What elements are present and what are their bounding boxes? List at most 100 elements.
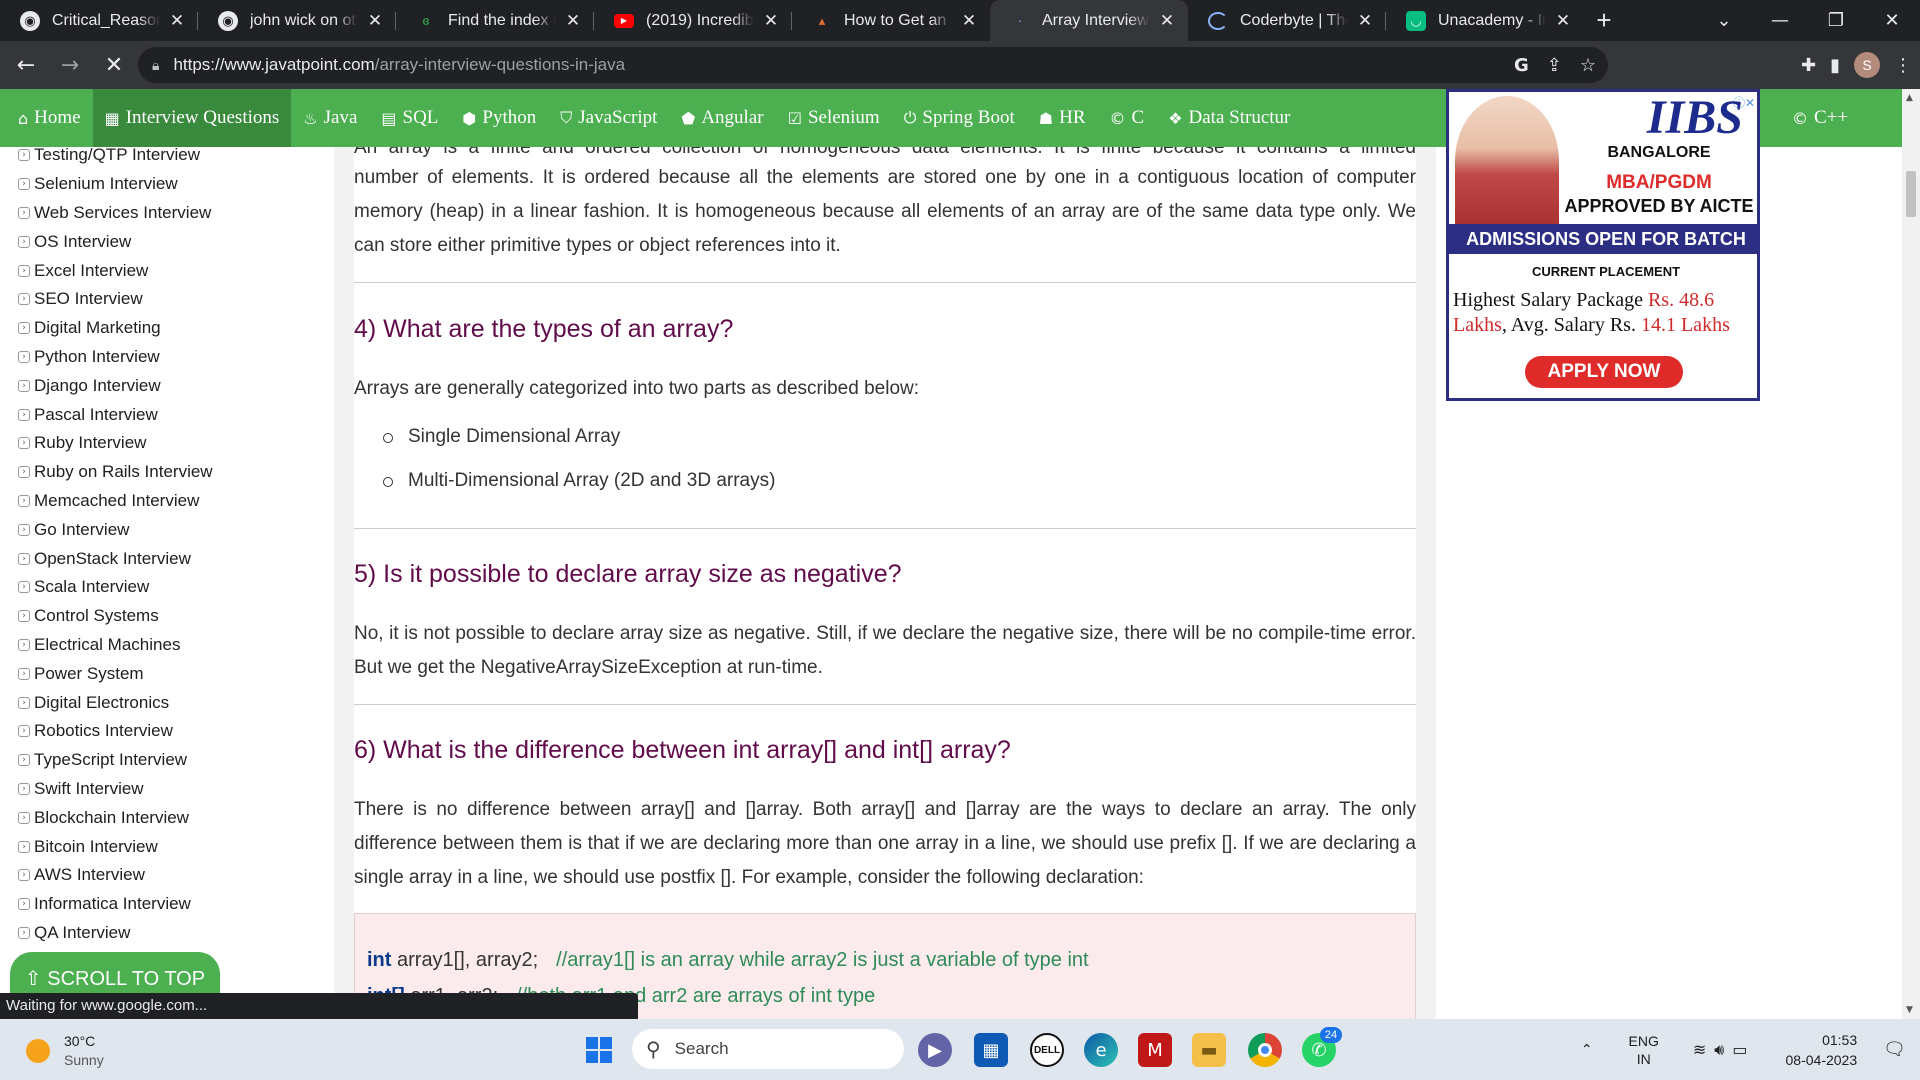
profile-avatar[interactable]: S — [1854, 52, 1880, 78]
iibs-advertisement[interactable]: ⓘ✕ IIBS BANGALORE MBA/PGDM APPROVED BY A… — [1446, 89, 1760, 401]
sidebar-item[interactable]: › Informatica Interview — [0, 890, 334, 919]
back-arrow-icon[interactable]: ← — [8, 47, 44, 83]
weather-widget[interactable]: 30°C Sunny — [26, 1032, 104, 1070]
forward-arrow-icon[interactable]: → — [52, 47, 88, 83]
sidebar-item[interactable]: › Web Services Interview — [0, 199, 334, 228]
language-indicator[interactable]: ENG IN — [1629, 1032, 1659, 1068]
sidebar-item-label: Go Interview — [34, 519, 130, 539]
nav-javascript[interactable]: ⛉ JavaScript — [548, 89, 669, 147]
sidebar-item[interactable]: › Ruby Interview — [0, 429, 334, 458]
sidebar-item[interactable]: › Digital Marketing — [0, 314, 334, 343]
nav-spring-boot[interactable]: ⏻ Spring Boot — [892, 89, 1027, 147]
tab-unacademy[interactable]: ◡ Unacademy - India ✕ — [1386, 0, 1584, 41]
tab-john-wick[interactable]: ◉ john wick on ott - G ✕ — [198, 0, 396, 41]
bookmark-star-icon[interactable]: ☆ — [1580, 55, 1596, 76]
nav-hr[interactable]: ☗ HR — [1027, 89, 1098, 147]
google-lens-icon[interactable]: G — [1514, 55, 1529, 76]
sidebar-item[interactable]: › Selenium Interview — [0, 170, 334, 199]
extensions-puzzle-icon[interactable]: ✚ — [1801, 55, 1816, 76]
sidebar-item[interactable]: › Swift Interview — [0, 775, 334, 804]
nav-c[interactable]: © C — [1098, 89, 1157, 147]
nav-selenium[interactable]: ☑ Selenium — [776, 89, 892, 147]
sidebar-item[interactable]: › Memcached Interview — [0, 487, 334, 516]
page-scrollbar[interactable]: ▲ ▼ — [1902, 89, 1920, 1019]
nav-sql[interactable]: ▤ SQL — [369, 89, 450, 147]
chrome-icon[interactable] — [1248, 1033, 1282, 1067]
close-window-icon[interactable]: ✕ — [1864, 0, 1920, 41]
close-icon[interactable]: ✕ — [366, 11, 384, 31]
ad-apply-now-button[interactable]: APPLY NOW — [1525, 356, 1683, 388]
sidebar-item[interactable]: › Bitcoin Interview — [0, 832, 334, 861]
sidebar-item[interactable]: › SEO Interview — [0, 285, 334, 314]
close-icon[interactable]: ✕ — [1158, 11, 1176, 31]
sidebar-item[interactable]: › TypeScript Interview — [0, 746, 334, 775]
restore-icon[interactable]: ❐ — [1808, 0, 1864, 41]
address-bar[interactable]: 🔒︎ https://www.javatpoint.com/array-inte… — [138, 47, 1608, 83]
tab-youtube[interactable]: ▶ (2019) Incredible ✕ — [594, 0, 792, 41]
scrollbar-thumb[interactable] — [1906, 171, 1916, 217]
nav-data-structures[interactable]: ❖ Data Structur — [1156, 89, 1302, 147]
sidebar-item[interactable]: › Robotics Interview — [0, 717, 334, 746]
close-icon[interactable]: ✕ — [168, 11, 186, 31]
sidebar-item[interactable]: › Excel Interview — [0, 256, 334, 285]
clock[interactable]: 01:53 08-04-2023 — [1786, 1030, 1858, 1070]
sidebar-item[interactable]: › Digital Electronics — [0, 688, 334, 717]
nav-java[interactable]: ♨ Java — [291, 89, 369, 147]
sidebar-item[interactable]: › Ruby on Rails Interview — [0, 458, 334, 487]
microsoft-store-icon[interactable]: ▦ — [974, 1033, 1008, 1067]
share-icon[interactable]: ⇪ — [1547, 55, 1562, 76]
file-explorer-icon[interactable]: ▬ — [1192, 1033, 1226, 1067]
sidebar-item[interactable]: › Python Interview — [0, 343, 334, 372]
taskbar-search[interactable]: ⚲ Search — [632, 1029, 904, 1069]
mcafee-icon[interactable]: M — [1138, 1033, 1172, 1067]
windows-start-icon[interactable] — [586, 1037, 612, 1063]
question-4-heading: 4) What are the types of an array? — [354, 315, 734, 343]
stop-loading-icon[interactable]: ✕ — [96, 47, 132, 83]
minimize-icon[interactable]: — — [1752, 0, 1808, 41]
nav-python[interactable]: ⬢ Python — [450, 89, 548, 147]
new-tab-button[interactable]: + — [1584, 0, 1624, 41]
close-icon[interactable]: ✕ — [1554, 11, 1572, 31]
sidebar-item[interactable]: › Scala Interview — [0, 573, 334, 602]
notifications-icon[interactable]: 🗨︎ — [1883, 1039, 1906, 1060]
tab-how-to-get-index[interactable]: ▴ How to Get an Inde ✕ — [792, 0, 990, 41]
close-icon[interactable]: ✕ — [960, 11, 978, 31]
nav-angular[interactable]: ⬟ Angular — [669, 89, 775, 147]
sidebar-item[interactable]: › OS Interview — [0, 227, 334, 256]
tray-icons[interactable]: ≋🔊︎▭ — [1693, 1040, 1756, 1060]
sidebar-item[interactable]: › Django Interview — [0, 371, 334, 400]
tab-critical-reasoning[interactable]: ◉ Critical_Reasoning ✕ — [0, 0, 198, 41]
edge-icon[interactable]: e — [1084, 1033, 1118, 1067]
sidebar-item[interactable]: › Testing/QTP Interview — [0, 147, 334, 170]
show-hidden-icons-chevron[interactable]: ⌃ — [1581, 1042, 1593, 1058]
sidebar-item[interactable]: › AWS Interview — [0, 861, 334, 890]
nav-cpp[interactable]: © C++ — [1780, 89, 1860, 147]
tab-search-chevron-icon[interactable]: ⌄ — [1696, 0, 1752, 41]
more-menu-icon[interactable]: ⋮ — [1894, 55, 1912, 76]
sidebar-item[interactable]: › OpenStack Interview — [0, 544, 334, 573]
close-icon[interactable]: ✕ — [762, 11, 780, 31]
side-panel-icon[interactable]: ▮ — [1830, 55, 1840, 76]
wifi-icon[interactable]: ≋ — [1693, 1040, 1714, 1059]
battery-icon[interactable]: ▭ — [1732, 1040, 1755, 1059]
tab-find-index[interactable]: ɞ Find the index of th ✕ — [396, 0, 594, 41]
sidebar-item[interactable]: › Control Systems — [0, 602, 334, 631]
tab-coderbyte[interactable]: Coderbyte | The #1 ✕ — [1188, 0, 1386, 41]
nav-interview-questions[interactable]: ▦ Interview Questions — [92, 89, 292, 147]
dell-icon[interactable]: DELL — [1030, 1033, 1064, 1067]
sidebar-item[interactable]: › Electrical Machines — [0, 631, 334, 660]
volume-icon[interactable]: 🔊︎ — [1714, 1040, 1732, 1059]
scroll-up-icon[interactable]: ▲ — [1906, 93, 1913, 103]
scroll-down-icon[interactable]: ▼ — [1906, 1005, 1913, 1015]
meet-icon[interactable]: ▶ — [918, 1033, 952, 1067]
close-icon[interactable]: ✕ — [564, 11, 582, 31]
sidebar-item[interactable]: › Power System — [0, 659, 334, 688]
close-icon[interactable]: ✕ — [1356, 11, 1374, 31]
sidebar-item[interactable]: › Go Interview — [0, 515, 334, 544]
sidebar-item[interactable]: › Blockchain Interview — [0, 803, 334, 832]
sidebar-item[interactable]: › QA Interview — [0, 919, 334, 948]
nav-home[interactable]: ⌂ Home — [0, 89, 93, 147]
lock-icon[interactable]: 🔒︎ — [152, 57, 159, 74]
sidebar-item[interactable]: › Pascal Interview — [0, 400, 334, 429]
tab-array-interview[interactable]: · Array Interview Qu ✕ — [990, 0, 1188, 41]
